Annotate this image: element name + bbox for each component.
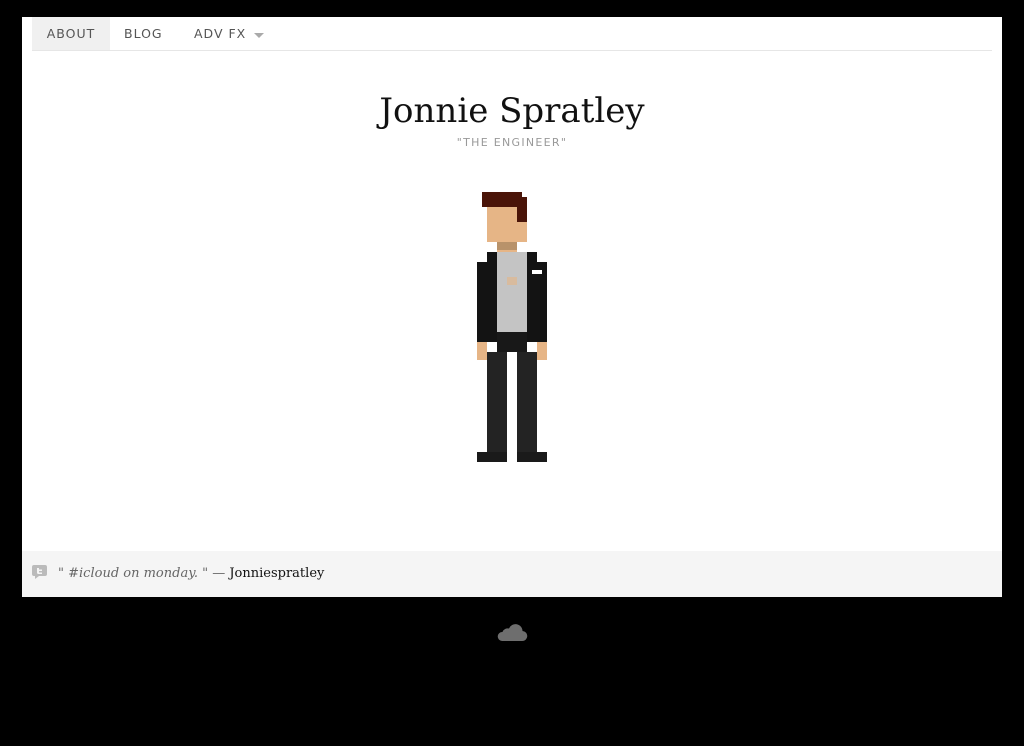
tweet-quote-open: " [58,566,69,581]
tweet-footer: " #icloud on monday. " — Jonniespratley [22,551,1002,597]
cloud-icon [497,624,528,642]
avatar-shirt [497,252,527,332]
avatar-neckline [507,277,517,285]
avatar-leg-right [517,352,537,452]
avatar-collar-left [487,252,497,262]
page-title: Jonnie Spratley [379,91,645,131]
page-subtitle: "THE ENGINEER" [456,136,568,149]
avatar-leg-left [487,352,507,452]
latest-tweet: " #icloud on monday. " — Jonniespratley [58,565,324,583]
avatar-hand-left [477,342,487,360]
avatar-hair-side [517,197,527,222]
avatar-shoe-right [517,452,547,462]
nav-item-blog[interactable]: BLOG [124,17,163,50]
nav-item-adv-fx[interactable]: ADV FX [194,17,246,50]
top-nav: ABOUT BLOG ADV FX [32,17,992,51]
avatar-hair [482,192,522,207]
tweet-separator: — [208,566,230,581]
avatar-pocket-square [532,270,542,274]
twitter-bird-icon [32,565,47,579]
avatar-collar-right [527,252,537,262]
tweet-author-link[interactable]: Jonniespratley [229,566,324,581]
nav-item-about[interactable]: ABOUT [32,17,110,50]
pixel-character-illustration [477,192,547,462]
avatar-shoe-left [477,452,507,462]
avatar-face [487,207,517,242]
avatar-beard [497,242,517,250]
avatar-face-side [517,222,527,242]
tweet-quote-close: " [197,566,209,581]
tweet-body: #icloud on monday. [68,566,198,581]
page-card: ABOUT BLOG ADV FX Jonnie Spratley "THE E… [22,17,1002,597]
chevron-down-icon[interactable] [254,33,264,38]
avatar-waist [497,332,527,352]
avatar-hand-right [537,342,547,360]
